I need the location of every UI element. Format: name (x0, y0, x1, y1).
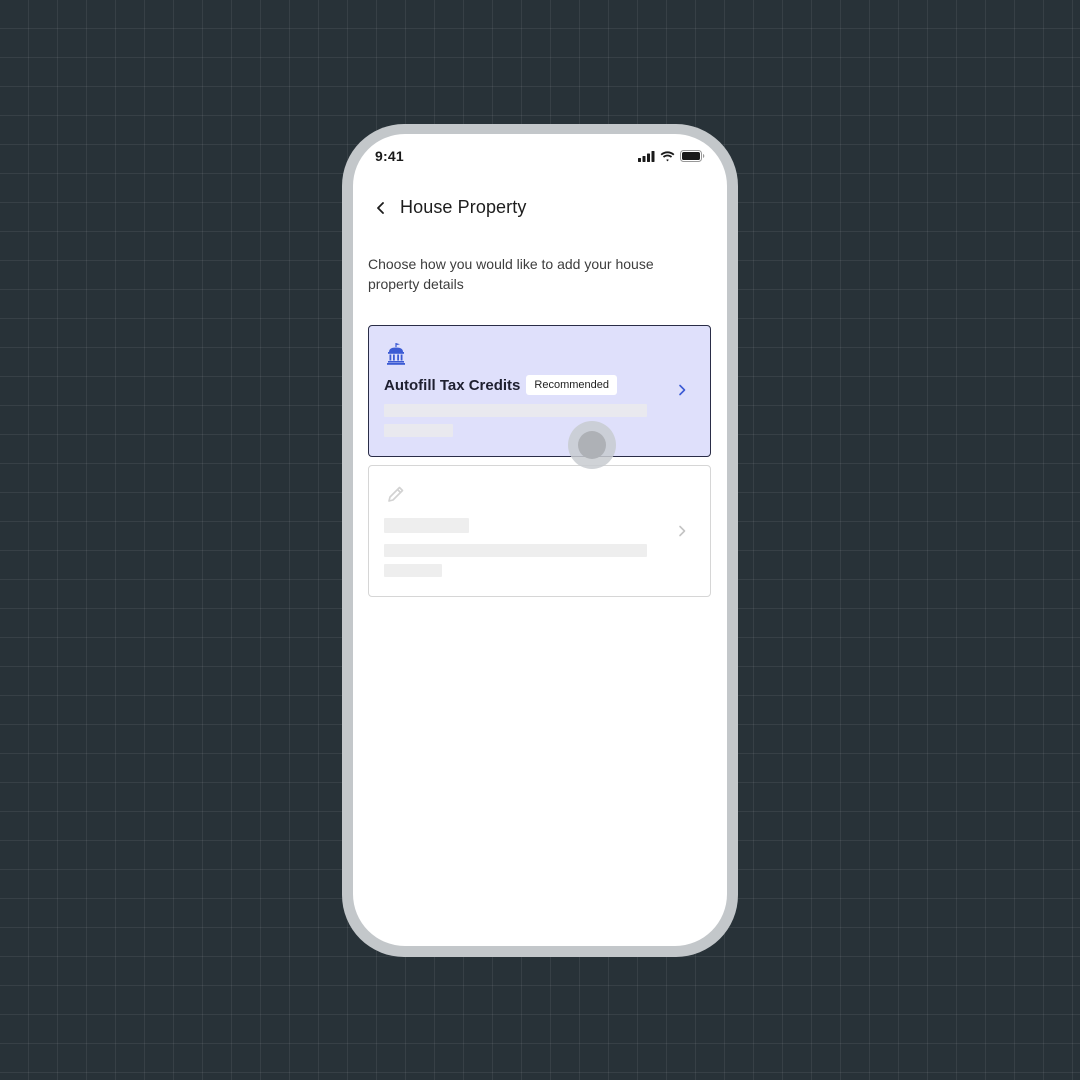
description-skeleton-line (384, 404, 647, 417)
description-skeleton-line (384, 424, 453, 437)
autofill-option-card[interactable]: Autofill Tax Credits Recommended (368, 325, 711, 457)
instruction-text: Choose how you would like to add your ho… (368, 256, 654, 292)
back-button[interactable] (369, 196, 393, 220)
title-skeleton-line (384, 518, 469, 533)
pencil-icon (386, 484, 406, 506)
status-icons (638, 150, 705, 162)
chevron-right-icon (674, 382, 690, 398)
status-bar: 9:41 (353, 134, 727, 178)
chevron-right-icon (674, 523, 690, 539)
manual-entry-option-card[interactable] (368, 465, 711, 597)
autofill-title: Autofill Tax Credits (384, 376, 521, 394)
nav-bar: House Property (353, 192, 727, 224)
government-building-icon (386, 343, 406, 365)
page-title: House Property (400, 197, 527, 217)
status-time: 9:41 (375, 148, 404, 164)
recommended-badge: Recommended (526, 375, 617, 395)
battery-icon (680, 150, 705, 162)
wifi-icon (660, 150, 675, 162)
phone-frame: 9:41 House Property Choose how you would… (342, 124, 738, 957)
touch-indicator (568, 421, 616, 469)
description-skeleton-line (384, 564, 442, 577)
cellular-signal-icon (638, 150, 655, 162)
touch-indicator-dot (578, 431, 606, 459)
autofill-title-row: Autofill Tax Credits Recommended (384, 375, 617, 395)
chevron-left-icon (375, 201, 387, 215)
phone-screen: 9:41 House Property Choose how you would… (353, 134, 727, 946)
description-skeleton-line (384, 544, 647, 557)
